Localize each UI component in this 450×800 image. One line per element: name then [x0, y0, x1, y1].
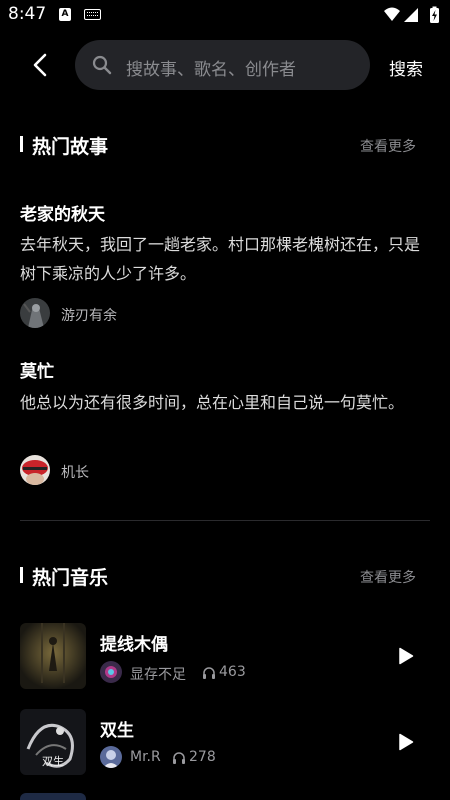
- status-time: 8:47: [8, 4, 47, 24]
- story-author[interactable]: 游刃有余: [61, 305, 117, 325]
- section-marker: [20, 567, 23, 583]
- more-stories-link[interactable]: 查看更多: [360, 136, 416, 156]
- avatar: [100, 746, 122, 768]
- music-title[interactable]: 双生: [100, 716, 134, 741]
- story-title[interactable]: 老家的秋天: [20, 200, 105, 225]
- keyboard-icon: [84, 9, 101, 20]
- album-cover-text: 双生: [42, 755, 64, 768]
- search-icon: [92, 55, 112, 75]
- music-title[interactable]: 提线木偶: [100, 630, 168, 655]
- divider: [20, 520, 430, 521]
- album-cover[interactable]: [20, 793, 86, 800]
- signal-icon: [404, 8, 418, 22]
- listen-count: 278: [189, 749, 216, 765]
- headphones-icon: [203, 667, 215, 679]
- status-bar: 8:47 A: [0, 0, 450, 32]
- avatar[interactable]: [20, 455, 50, 485]
- app-notification-icon: A: [59, 8, 71, 21]
- story-title[interactable]: 莫忙: [20, 357, 54, 382]
- album-cover[interactable]: [20, 623, 86, 689]
- story-author[interactable]: 机长: [61, 462, 89, 482]
- play-icon[interactable]: [398, 647, 414, 665]
- status-icons: [384, 6, 439, 23]
- listen-count: 463: [219, 664, 246, 680]
- story-excerpt[interactable]: 去年秋天，我回了一趟老家。村口那棵老槐树还在，只是树下乘凉的人少了许多。: [20, 230, 430, 288]
- chevron-left-icon: [33, 53, 47, 77]
- play-icon[interactable]: [398, 733, 414, 751]
- wifi-icon: [384, 7, 400, 21]
- section-title-hot-stories: 热门故事: [32, 136, 109, 158]
- section-title-hot-music: 热门音乐: [32, 567, 109, 589]
- search-button[interactable]: 搜索: [389, 55, 423, 80]
- section-marker: [20, 136, 23, 152]
- search-input[interactable]: 搜故事、歌名、创作者: [75, 40, 370, 90]
- search-placeholder: 搜故事、歌名、创作者: [126, 60, 296, 80]
- avatar: [100, 661, 122, 683]
- headphones-icon: [173, 752, 185, 764]
- story-excerpt[interactable]: 他总以为还有很多时间，总在心里和自己说一句莫忙。: [20, 388, 430, 417]
- music-artist: Mr.R: [130, 749, 161, 765]
- music-artist: 显存不足: [130, 667, 186, 683]
- avatar[interactable]: [20, 298, 50, 328]
- album-cover[interactable]: 双生: [20, 709, 86, 775]
- more-music-link[interactable]: 查看更多: [360, 567, 416, 587]
- back-button[interactable]: [26, 50, 56, 80]
